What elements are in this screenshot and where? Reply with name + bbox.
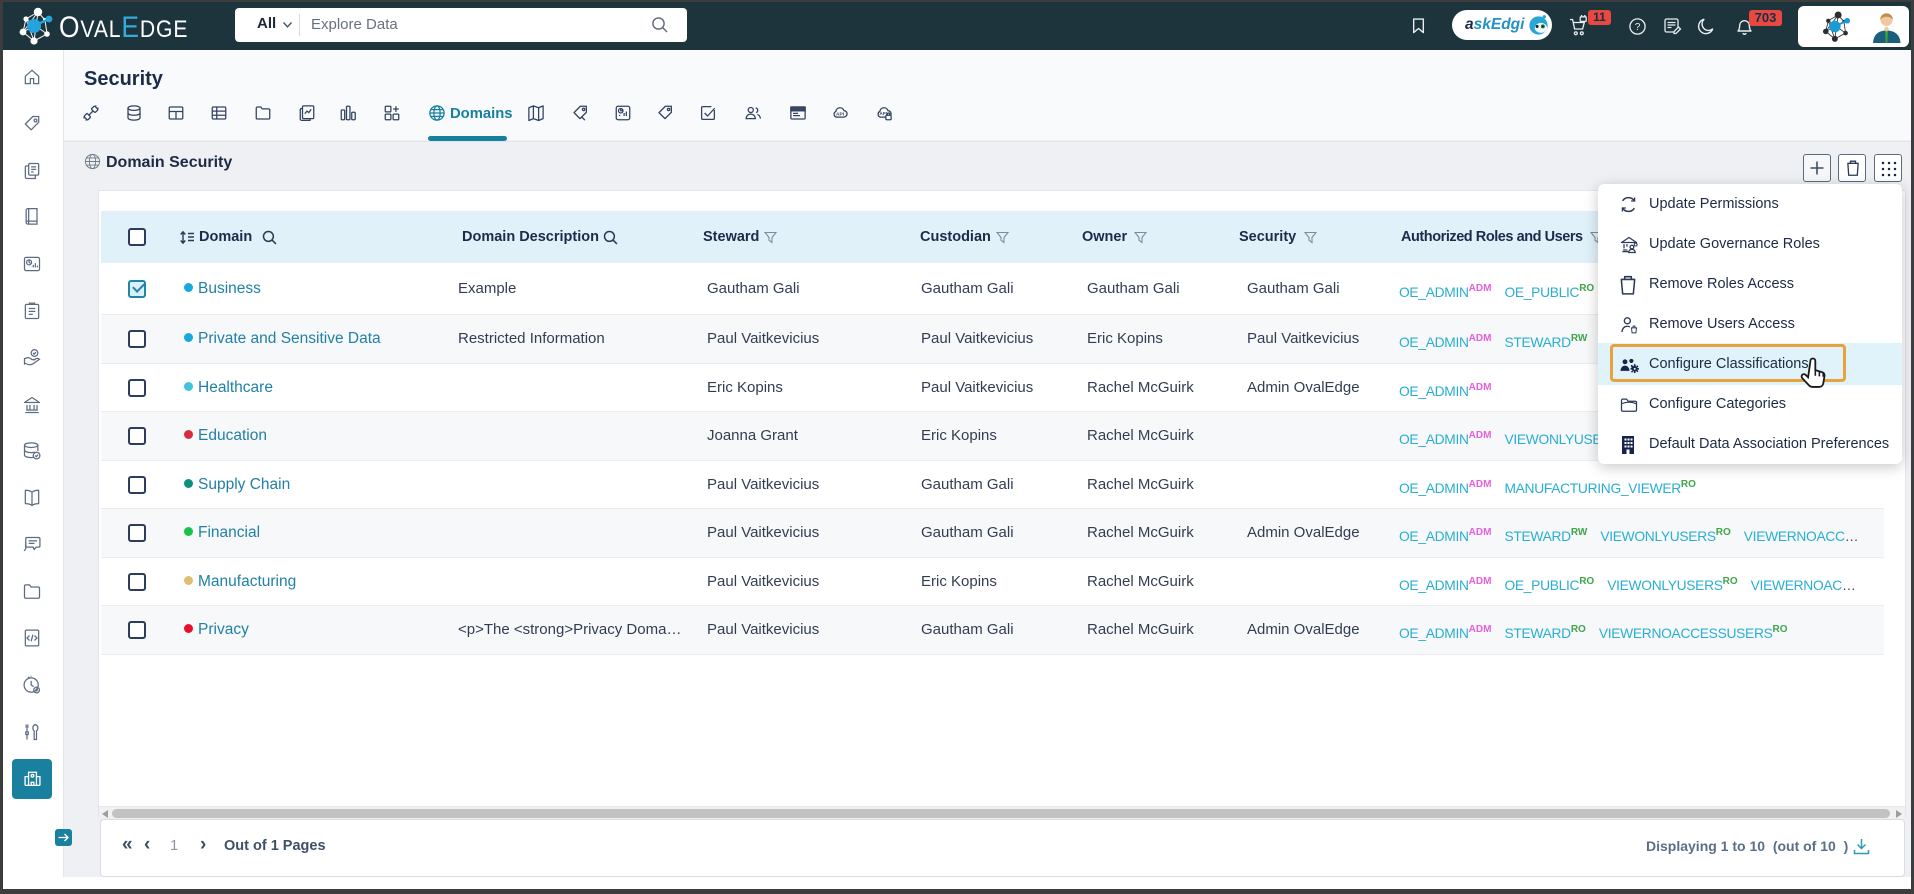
svg-text:?: ? [1635,22,1641,33]
svg-text:API: API [836,111,845,117]
